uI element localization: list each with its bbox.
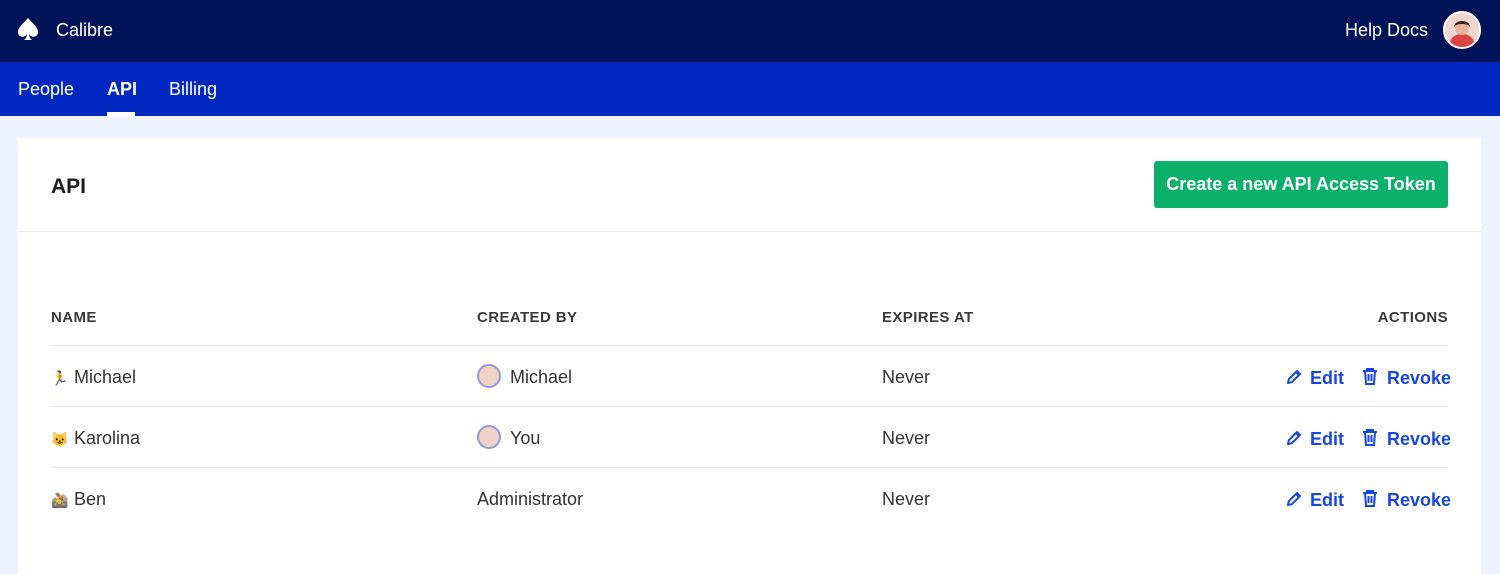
token-name: 😺 Karolina bbox=[51, 427, 140, 450]
creator-avatar-icon bbox=[477, 425, 501, 449]
pencil-icon[interactable] bbox=[1285, 368, 1303, 386]
created-by: You bbox=[510, 428, 541, 448]
token-name: 🏃 Michael bbox=[51, 366, 136, 389]
help-docs-link[interactable]: Help Docs bbox=[1345, 19, 1428, 41]
column-header-actions: ACTIONS bbox=[1377, 309, 1448, 326]
row-divider bbox=[51, 467, 1448, 468]
active-tab-indicator bbox=[107, 112, 135, 116]
column-header-created-by: CREATED BY bbox=[477, 309, 578, 326]
create-token-button[interactable]: Create a new API Access Token bbox=[1154, 161, 1448, 208]
edit-token-link[interactable]: Edit bbox=[1310, 367, 1344, 389]
revoke-token-link[interactable]: Revoke bbox=[1387, 367, 1451, 389]
row-divider bbox=[51, 345, 1448, 346]
spade-icon[interactable] bbox=[17, 17, 39, 41]
page-title: API bbox=[51, 175, 87, 198]
top-bar: Calibre Help Docs bbox=[0, 0, 1500, 62]
card-header: API Create a new API Access Token bbox=[18, 138, 1481, 232]
column-header-name: NAME bbox=[51, 309, 97, 326]
sub-navigation: People API Billing bbox=[0, 62, 1500, 116]
created-by: Michael bbox=[510, 367, 573, 387]
token-name: 🚵 Ben bbox=[51, 488, 106, 511]
created-by: Administrator bbox=[477, 489, 584, 509]
revoke-token-link[interactable]: Revoke bbox=[1387, 428, 1451, 450]
token-name-label: Karolina bbox=[74, 428, 141, 448]
tab-billing[interactable]: Billing bbox=[169, 78, 217, 100]
expires-at: Never bbox=[882, 489, 931, 509]
edit-token-link[interactable]: Edit bbox=[1310, 489, 1344, 511]
mountain-biker-emoji-icon: 🚵 bbox=[51, 492, 69, 508]
api-tokens-card: API Create a new API Access Token NAME C… bbox=[18, 138, 1481, 574]
user-avatar-icon[interactable] bbox=[1443, 11, 1481, 49]
tab-api[interactable]: API bbox=[107, 78, 137, 100]
pencil-icon[interactable] bbox=[1285, 490, 1303, 508]
row-divider bbox=[51, 406, 1448, 407]
edit-token-link[interactable]: Edit bbox=[1310, 428, 1344, 450]
expires-at: Never bbox=[882, 367, 931, 387]
trash-icon[interactable] bbox=[1361, 428, 1379, 446]
trash-icon[interactable] bbox=[1361, 367, 1379, 385]
app-name[interactable]: Calibre bbox=[56, 19, 113, 41]
pencil-icon[interactable] bbox=[1285, 429, 1303, 447]
token-name-label: Michael bbox=[74, 367, 137, 387]
token-name-label: Ben bbox=[74, 489, 107, 509]
cat-emoji-icon: 😺 bbox=[51, 431, 69, 447]
revoke-token-link[interactable]: Revoke bbox=[1387, 489, 1451, 511]
column-header-expires-at: EXPIRES AT bbox=[882, 309, 974, 326]
runner-emoji-icon: 🏃 bbox=[51, 370, 69, 386]
trash-icon[interactable] bbox=[1361, 489, 1379, 507]
creator-avatar-icon bbox=[477, 364, 501, 388]
expires-at: Never bbox=[882, 428, 931, 448]
tab-people[interactable]: People bbox=[18, 78, 74, 100]
